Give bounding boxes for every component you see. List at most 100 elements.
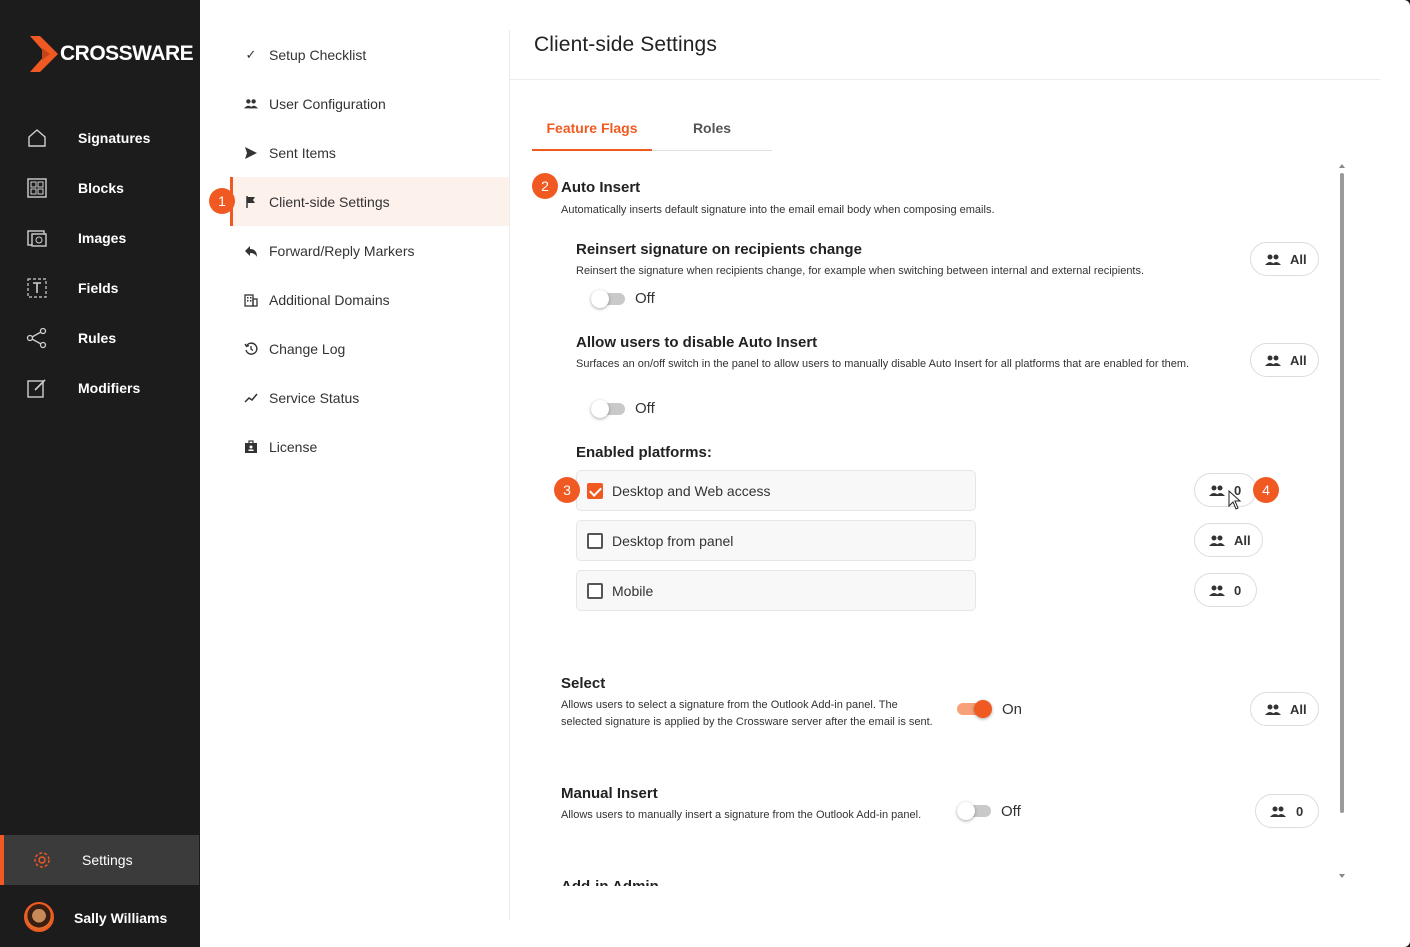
- submenu-label: Change Log: [269, 340, 346, 357]
- scroll-up-icon[interactable]: [1339, 163, 1345, 169]
- page-title: Client-side Settings: [534, 33, 717, 56]
- submenu-label: Service Status: [269, 389, 360, 406]
- roles-value: All: [1290, 352, 1307, 368]
- users-icon: [1209, 585, 1225, 596]
- gear-icon: [34, 852, 50, 868]
- platform-desktop-panel[interactable]: Desktop from panel: [576, 520, 976, 561]
- nav-item-rules[interactable]: Rules: [0, 313, 200, 363]
- nav-label: Modifiers: [78, 380, 141, 396]
- next-section-title: Add-in Admin: [561, 878, 659, 886]
- manual-insert-roles-button[interactable]: 0: [1255, 794, 1319, 828]
- rules-icon: [26, 327, 47, 349]
- images-icon: [27, 230, 47, 247]
- manual-insert-description: Allows users to manually insert a signat…: [561, 809, 922, 821]
- auto-insert-description: Automatically inserts default signature …: [561, 204, 995, 216]
- scrollbar[interactable]: [1338, 163, 1346, 883]
- select-description: Allows users to select a signature from …: [561, 699, 933, 728]
- desktop-web-roles-button[interactable]: 0: [1194, 473, 1257, 507]
- desktop-panel-checkbox[interactable]: [587, 533, 603, 549]
- nav-item-images[interactable]: Images: [0, 213, 200, 263]
- submenu-item-client-side-settings[interactable]: Client-side Settings: [230, 177, 510, 226]
- platform-mobile[interactable]: Mobile: [576, 570, 976, 611]
- next-section-clip: Add-in Admin: [561, 876, 761, 886]
- user-profile[interactable]: Sally Williams: [0, 888, 200, 947]
- license-icon: [245, 439, 257, 453]
- scrollbar-thumb[interactable]: [1340, 173, 1344, 813]
- desktop-web-checkbox[interactable]: [587, 483, 603, 499]
- tab-bar: Feature Flags Roles: [532, 106, 772, 151]
- roles-value: All: [1290, 701, 1307, 717]
- desktop-panel-roles-button[interactable]: All: [1194, 523, 1263, 557]
- allow-disable-title: Allow users to disable Auto Insert: [576, 334, 818, 351]
- nav-item-fields[interactable]: Fields: [0, 263, 200, 313]
- history-icon: [244, 341, 258, 355]
- brand-name: CROSSWARE: [60, 42, 194, 65]
- nav-label: Images: [78, 230, 127, 246]
- flag-icon: [246, 195, 255, 208]
- nav-label: Fields: [78, 280, 119, 296]
- scroll-down-icon[interactable]: [1339, 873, 1345, 879]
- reinsert-toggle[interactable]: [591, 290, 629, 308]
- submenu-label: Forward/Reply Markers: [269, 242, 415, 259]
- reinsert-description: Reinsert the signature when recipients c…: [576, 265, 1145, 277]
- platform-label: Desktop from panel: [612, 533, 734, 549]
- home-icon: [28, 129, 46, 147]
- submenu-item-user-configuration[interactable]: User Configuration: [230, 79, 510, 128]
- trend-icon: [244, 393, 258, 403]
- modifiers-icon: [27, 379, 46, 398]
- users-icon: [1265, 254, 1281, 265]
- select-roles-button[interactable]: All: [1250, 692, 1319, 726]
- users-icon: [244, 98, 258, 108]
- enabled-platforms-title: Enabled platforms:: [576, 444, 712, 461]
- allow-disable-roles-button[interactable]: All: [1250, 343, 1319, 377]
- manual-insert-title: Manual Insert: [561, 785, 658, 802]
- crossware-logo[interactable]: CROSSWARE: [28, 34, 194, 74]
- nav-item-settings[interactable]: Settings: [0, 835, 199, 885]
- submenu-item-license[interactable]: License: [230, 422, 510, 471]
- users-icon: [1209, 535, 1225, 546]
- mobile-roles-button[interactable]: 0: [1194, 573, 1257, 607]
- roles-value: All: [1290, 251, 1307, 267]
- manual-insert-toggle[interactable]: [957, 802, 995, 820]
- manual-insert-state: Off: [1001, 803, 1021, 820]
- submenu-item-setup-checklist[interactable]: ✓ Setup Checklist: [230, 30, 510, 79]
- users-icon: [1209, 485, 1225, 496]
- submenu-label: Additional Domains: [269, 291, 390, 308]
- callout-badge-2: 2: [532, 173, 558, 199]
- nav-label: Settings: [82, 852, 133, 868]
- nav-item-modifiers[interactable]: Modifiers: [0, 363, 200, 413]
- send-icon: [245, 146, 257, 159]
- allow-disable-state: Off: [635, 400, 655, 417]
- submenu-label: License: [269, 438, 318, 455]
- submenu-label: Sent Items: [269, 144, 336, 161]
- mobile-checkbox[interactable]: [587, 583, 603, 599]
- submenu-item-sent-items[interactable]: Sent Items: [230, 128, 510, 177]
- tab-roles[interactable]: Roles: [652, 106, 772, 151]
- nav-label: Blocks: [78, 180, 124, 196]
- allow-disable-toggle[interactable]: [591, 400, 629, 418]
- reply-icon: [245, 245, 257, 257]
- nav-item-blocks[interactable]: Blocks: [0, 163, 200, 213]
- select-state: On: [1002, 701, 1023, 718]
- nav-item-signatures[interactable]: Signatures: [0, 113, 200, 163]
- tab-feature-flags[interactable]: Feature Flags: [532, 106, 652, 151]
- submenu-item-additional-domains[interactable]: Additional Domains: [230, 275, 510, 324]
- select-title: Select: [561, 675, 606, 692]
- submenu-label: User Configuration: [269, 95, 386, 112]
- submenu-item-service-status[interactable]: Service Status: [230, 373, 510, 422]
- submenu-item-change-log[interactable]: Change Log: [230, 324, 510, 373]
- platform-label: Desktop and Web access: [612, 483, 771, 499]
- select-toggle[interactable]: [957, 700, 995, 718]
- submenu-item-forward-reply-markers[interactable]: Forward/Reply Markers: [230, 226, 510, 275]
- title-divider: [510, 79, 1380, 80]
- reinsert-roles-button[interactable]: All: [1250, 242, 1319, 276]
- building-icon: [244, 293, 258, 307]
- nav-label: Rules: [78, 330, 117, 346]
- submenu-label: Setup Checklist: [269, 46, 367, 63]
- fields-icon: [27, 278, 47, 298]
- reinsert-state: Off: [635, 290, 655, 307]
- users-icon: [1265, 704, 1281, 715]
- users-icon: [1270, 806, 1286, 817]
- crossware-logo-mark-icon: [28, 34, 62, 74]
- platform-desktop-web[interactable]: Desktop and Web access: [576, 470, 976, 511]
